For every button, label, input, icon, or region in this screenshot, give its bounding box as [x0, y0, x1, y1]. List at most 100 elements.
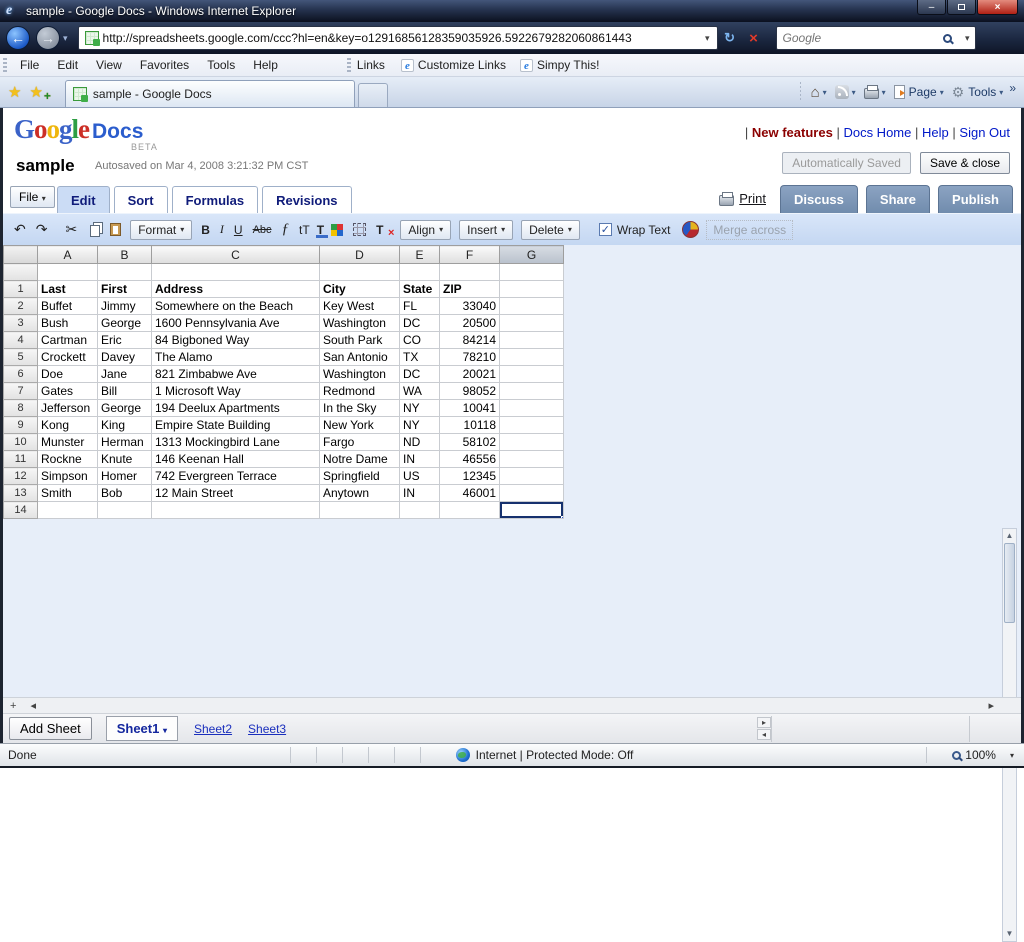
tab-sort[interactable]: Sort	[114, 186, 168, 213]
cell-E2[interactable]: FL	[400, 298, 440, 315]
cell-D11[interactable]: Notre Dame	[320, 451, 400, 468]
cell-C10[interactable]: 1313 Mockingbird Lane	[152, 434, 320, 451]
home-button[interactable]: ⌂ ▾	[807, 84, 831, 101]
cell-C1[interactable]: Address	[152, 281, 320, 298]
cell-E12[interactable]: US	[400, 468, 440, 485]
cell-F13[interactable]: 46001	[440, 485, 500, 502]
scroll-left-icon[interactable]: ◂	[23, 699, 43, 712]
select-all-corner[interactable]	[4, 246, 38, 264]
delete-menu-button[interactable]: Delete ▾	[521, 220, 580, 240]
scroll-down-icon[interactable]: ▼	[1006, 927, 1014, 941]
cell-F11[interactable]: 46556	[440, 451, 500, 468]
address-dropdown-icon[interactable]: ▾	[700, 33, 715, 44]
cell-C11[interactable]: 146 Keenan Hall	[152, 451, 320, 468]
checkbox-checked-icon[interactable]: ✓	[599, 223, 612, 236]
new-features-link[interactable]: New features	[752, 125, 833, 140]
cell-E5[interactable]: TX	[400, 349, 440, 366]
cell-A8[interactable]: Jefferson	[38, 400, 98, 417]
cell-G9[interactable]	[500, 417, 564, 434]
row-header-2[interactable]: 2	[4, 298, 38, 315]
url-input[interactable]	[103, 31, 700, 45]
cell-C2[interactable]: Somewhere on the Beach	[152, 298, 320, 315]
cell-B13[interactable]: Bob	[98, 485, 152, 502]
cell-D5[interactable]: San Antonio	[320, 349, 400, 366]
cell-A7[interactable]: Gates	[38, 383, 98, 400]
cell-B9[interactable]: King	[98, 417, 152, 434]
col-header-B[interactable]: B	[98, 246, 152, 264]
cut-button[interactable]: ✂	[60, 221, 82, 238]
stop-button[interactable]: ×	[742, 26, 766, 50]
col-header-F[interactable]: F	[440, 246, 500, 264]
feeds-button[interactable]: ▾	[831, 85, 860, 99]
row-header-6[interactable]: 6	[4, 366, 38, 383]
cell-G12[interactable]	[500, 468, 564, 485]
sheet-tab-sheet3[interactable]: Sheet3	[248, 722, 286, 736]
cell-G8[interactable]	[500, 400, 564, 417]
refresh-button[interactable]: ↻	[718, 26, 742, 50]
tools-menu-button[interactable]: ⚙ Tools ▾	[948, 84, 1008, 101]
vertical-scroll-thumb[interactable]	[1004, 543, 1015, 623]
menu-file[interactable]: File	[11, 55, 48, 75]
cell-D10[interactable]: Fargo	[320, 434, 400, 451]
add-sheet-button[interactable]: Add Sheet	[9, 717, 92, 740]
cell-A9[interactable]: Kong	[38, 417, 98, 434]
cell-E8[interactable]: NY	[400, 400, 440, 417]
cell-F8[interactable]: 10041	[440, 400, 500, 417]
borders-button[interactable]	[348, 223, 371, 236]
cell-E11[interactable]: IN	[400, 451, 440, 468]
cell-G6[interactable]	[500, 366, 564, 383]
cell-F7[interactable]: 98052	[440, 383, 500, 400]
page-menu-button[interactable]: Page ▾	[890, 85, 948, 99]
col-header-A[interactable]: A	[38, 246, 98, 264]
home-dropdown-icon[interactable]: ▾	[823, 88, 827, 97]
cell-E6[interactable]: DC	[400, 366, 440, 383]
cell-A5[interactable]: Crockett	[38, 349, 98, 366]
publish-tab[interactable]: Publish	[938, 185, 1013, 213]
menu-tools[interactable]: Tools	[198, 55, 244, 75]
cell-B2[interactable]: Jimmy	[98, 298, 152, 315]
redo-button[interactable]: ↷	[31, 221, 53, 238]
sign-out-link[interactable]: Sign Out	[959, 125, 1010, 140]
address-bar[interactable]: ▾	[78, 26, 718, 50]
cell-F4[interactable]: 84214	[440, 332, 500, 349]
close-button[interactable]: ×	[977, 0, 1018, 15]
cell-G4[interactable]	[500, 332, 564, 349]
link-simpy-this[interactable]: e Simpy This!	[513, 58, 606, 72]
cell-G5[interactable]	[500, 349, 564, 366]
cell-B12[interactable]: Homer	[98, 468, 152, 485]
discuss-tab[interactable]: Discuss	[780, 185, 858, 213]
cell-F14[interactable]	[440, 502, 500, 519]
cell-C13[interactable]: 12 Main Street	[152, 485, 320, 502]
undo-button[interactable]: ↶	[9, 221, 31, 238]
print-button[interactable]: ▾	[860, 85, 890, 99]
gutter-row-header[interactable]	[4, 264, 38, 281]
cell-F5[interactable]: 78210	[440, 349, 500, 366]
horizontal-scrollbar[interactable]: + ◂ ▸	[3, 697, 1021, 713]
cell-D8[interactable]: In the Sky	[320, 400, 400, 417]
cell-C4[interactable]: 84 Bigboned Way	[152, 332, 320, 349]
cell-D4[interactable]: South Park	[320, 332, 400, 349]
col-header-C[interactable]: C	[152, 246, 320, 264]
cell-F9[interactable]: 10118	[440, 417, 500, 434]
sheet1-dropdown-icon[interactable]: ▾	[163, 726, 167, 735]
cell-A12[interactable]: Simpson	[38, 468, 98, 485]
bold-button[interactable]: B	[196, 223, 215, 237]
cell-F1[interactable]: ZIP	[440, 281, 500, 298]
recent-pages-chevron[interactable]: ▾	[63, 33, 68, 44]
search-box[interactable]: ▾	[776, 26, 976, 50]
cell-C3[interactable]: 1600 Pennsylvania Ave	[152, 315, 320, 332]
col-header-D[interactable]: D	[320, 246, 400, 264]
search-icon[interactable]	[943, 34, 952, 43]
cell-E3[interactable]: DC	[400, 315, 440, 332]
cell-C14[interactable]	[152, 502, 320, 519]
cell-D9[interactable]: New York	[320, 417, 400, 434]
cell-E9[interactable]: NY	[400, 417, 440, 434]
print-link[interactable]: Print	[739, 191, 766, 206]
cell-E7[interactable]: WA	[400, 383, 440, 400]
expand-icon[interactable]: ▸	[757, 717, 771, 728]
font-button[interactable]: ƒ	[277, 221, 295, 238]
cell-E13[interactable]: IN	[400, 485, 440, 502]
cell-C8[interactable]: 194 Deelux Apartments	[152, 400, 320, 417]
minimize-button[interactable]: –	[917, 0, 946, 15]
menu-view[interactable]: View	[87, 55, 131, 75]
